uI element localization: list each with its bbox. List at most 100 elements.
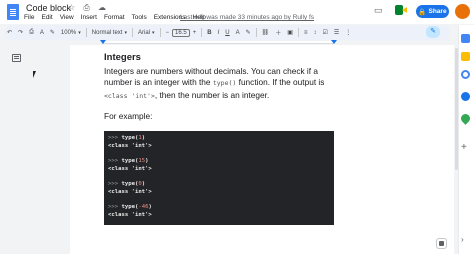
menu-tools[interactable]: Tools [132, 14, 147, 21]
code-string: 'int' [131, 188, 149, 195]
contacts-icon[interactable] [461, 92, 470, 101]
font-size-input[interactable]: 16.5 [172, 28, 190, 37]
inline-code: type() [212, 79, 237, 88]
prompt: >>> [108, 181, 122, 188]
italic-button[interactable]: I [215, 30, 223, 36]
docs-logo-icon[interactable] [7, 4, 19, 20]
code-string: 'int' [131, 211, 149, 218]
code-fn: type( [121, 158, 139, 165]
mouse-pointer [33, 71, 36, 78]
code-line: <class 'int'> [108, 212, 330, 220]
avatar[interactable] [455, 4, 470, 19]
para-text: , then the number is an integer. [154, 89, 270, 100]
para-text: function. If the output is [236, 77, 325, 88]
share-button[interactable]: 🔒 Share [416, 5, 449, 18]
code-out: <class [108, 211, 132, 218]
print-icon[interactable]: ⎙ [26, 29, 37, 36]
add-comment-icon[interactable]: ＋ [272, 28, 284, 37]
code-string: 'int' [131, 165, 149, 172]
hide-side-panel-icon[interactable]: › [461, 235, 464, 244]
style-select[interactable]: Normal text [89, 30, 130, 36]
prompt: >>> [108, 204, 122, 211]
menu-edit[interactable]: Edit [41, 14, 52, 21]
inline-code: <class 'int'> [104, 91, 155, 100]
code-paren: ) [141, 135, 146, 141]
increase-font-size-button[interactable]: + [190, 30, 200, 36]
undo-icon[interactable]: ↶ [4, 29, 15, 36]
bullet-list-icon[interactable]: ☰ [331, 29, 342, 36]
comment-history-icon[interactable]: ▭ [374, 5, 383, 16]
zoom-select[interactable]: 100% [58, 30, 84, 36]
code-paren: ) [141, 181, 146, 188]
explore-icon[interactable] [436, 238, 447, 249]
text-color-icon[interactable]: A [233, 30, 243, 36]
code-number: -46 [138, 204, 149, 211]
underline-button[interactable]: U [222, 30, 232, 36]
divider [159, 28, 161, 37]
keep-icon[interactable] [461, 52, 470, 61]
right-indent-marker[interactable] [331, 40, 337, 44]
menu-format[interactable]: Format [104, 14, 125, 21]
menu-bar: File Edit View Insert Format Tools Exten… [24, 14, 206, 21]
code-line: >>> type(1) [108, 135, 330, 143]
menu-view[interactable]: View [60, 14, 74, 21]
code-line: >>> type(-46) [108, 204, 330, 212]
document-title[interactable]: Code block [26, 3, 71, 13]
code-line: <class 'int'> [108, 166, 330, 174]
editing-mode-pencil-icon[interactable]: ✎ [426, 26, 440, 38]
decrease-font-size-button[interactable]: − [163, 30, 173, 36]
spellcheck-icon[interactable]: A [37, 30, 47, 36]
code-out: > [148, 211, 152, 218]
star-move-status-icons[interactable]: ☆ ⎙ ☁ [68, 3, 109, 13]
menu-insert[interactable]: Insert [81, 14, 97, 21]
share-label: Share [428, 8, 447, 15]
paint-format-icon[interactable]: ✎ [47, 29, 58, 36]
code-paren: ) [148, 204, 152, 211]
for-example-text: For example: [104, 111, 153, 121]
get-addons-icon[interactable]: + [461, 142, 467, 153]
document-outline-icon[interactable] [12, 54, 21, 62]
code-out: > [148, 142, 152, 149]
divider [297, 28, 299, 37]
insert-image-icon[interactable]: ▣ [284, 29, 296, 36]
divider [255, 28, 257, 37]
code-paren: ) [145, 158, 149, 165]
code-block: >>> type(1) <class 'int'> >>> type(15) <… [104, 131, 334, 225]
code-out: > [148, 165, 152, 172]
code-out: > [148, 188, 152, 195]
font-select[interactable]: Arial [135, 30, 158, 36]
heading-integers: Integers [104, 52, 141, 63]
lock-icon: 🔒 [418, 8, 427, 16]
divider [201, 28, 203, 37]
code-fn: type( [121, 135, 139, 141]
code-line: >>> type(0) [108, 181, 330, 189]
meet-icon[interactable] [395, 5, 407, 15]
more-icon[interactable]: ⋮ [342, 29, 354, 36]
prompt: >>> [108, 158, 122, 165]
tasks-icon[interactable] [461, 70, 470, 79]
ruler[interactable] [102, 41, 334, 44]
align-icon[interactable]: ≡ [301, 30, 311, 36]
title-bar: Code block ☆ ⎙ ☁ File Edit View Insert F… [0, 0, 474, 24]
code-string: 'int' [131, 142, 149, 149]
highlight-icon[interactable]: ✎ [243, 29, 254, 36]
left-indent-marker[interactable] [100, 40, 106, 44]
menu-file[interactable]: File [24, 14, 34, 21]
code-out: <class [108, 165, 132, 172]
insert-link-icon[interactable]: ⛓ [259, 29, 273, 36]
prompt: >>> [108, 135, 122, 141]
last-edit-link[interactable]: Last edit was made 33 minutes ago by Rul… [180, 14, 314, 21]
divider [132, 28, 133, 37]
redo-icon[interactable]: ↷ [15, 29, 26, 36]
bold-button[interactable]: B [204, 30, 214, 36]
checklist-icon[interactable]: ☑ [319, 29, 330, 36]
divider [85, 28, 87, 37]
intro-paragraph: Integers are numbers without decimals. Y… [104, 66, 344, 102]
code-out: <class [108, 142, 132, 149]
code-line: >>> type(15) [108, 158, 330, 166]
line-spacing-icon[interactable]: ↕ [310, 30, 319, 36]
calendar-icon[interactable] [461, 34, 470, 43]
